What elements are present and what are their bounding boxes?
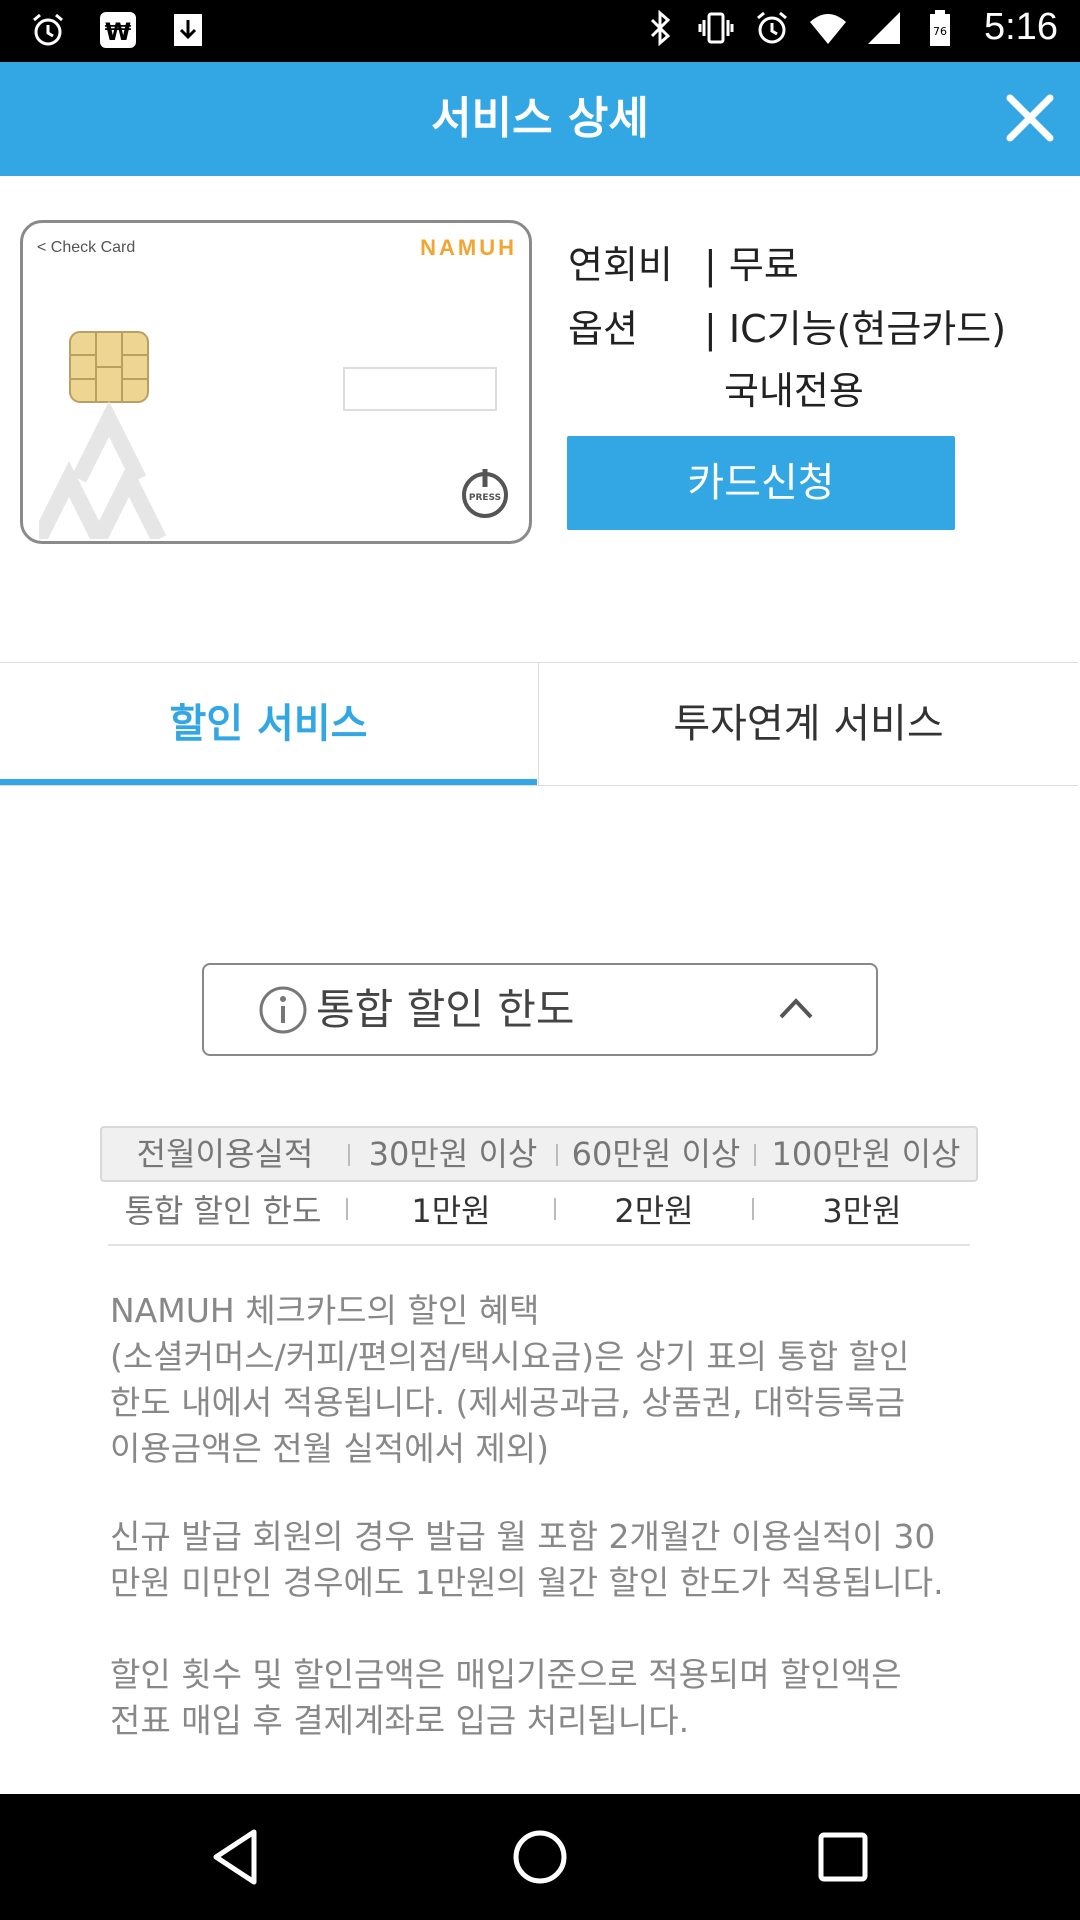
svg-text:₩: ₩ [105,18,132,46]
power-press-icon: PRESS [462,469,508,518]
banking-app-icon: ₩ [100,12,136,48]
signal-icon [868,11,901,44]
discount-limit-toggle[interactable]: 통합 할인 한도 [202,963,878,1056]
close-icon[interactable] [1002,90,1058,146]
alarm-icon [757,11,787,43]
table-header-cell: 30만원 이상 [368,1135,538,1173]
tab-discount-service[interactable]: 할인 서비스 [0,663,537,785]
system-nav-bar [0,1794,1080,1920]
svg-text:76: 76 [933,25,947,38]
table-cell: 2만원 [614,1192,694,1230]
table-row: 통합 할인 한도 1만원 2만원 3만원 [108,1182,970,1246]
card-type-label: < Check Card [37,239,136,256]
ic-chip-icon [69,331,149,403]
battery-icon: 76 [930,9,951,46]
svg-text:PRESS: PRESS [469,493,501,503]
page-title: 서비스 상세 [431,93,649,144]
download-icon [174,14,202,46]
wifi-icon [810,13,847,44]
header-bar: 서비스 상세 [0,62,1080,176]
tab-bar: 할인 서비스 투자연계 서비스 [0,662,1078,786]
status-bar: ₩ 76 5:16 [0,0,1080,62]
notice-paragraph-2: 신규 발급 회원의 경우 발급 월 포함 2개월간 이용실적이 30 만원 미만… [110,1517,944,1602]
info-icon [259,986,307,1034]
table-cell: 1만원 [411,1192,491,1230]
table-header-cell: 100만원 이상 [771,1135,961,1173]
clock: 5:16 [984,6,1058,48]
chevron-up-icon [779,998,813,1019]
option-row: 옵션 | IC기능(현금카드) [568,298,1006,353]
table-header-cell: 60만원 이상 [571,1135,741,1173]
discount-limit-label: 통합 할인 한도 [316,985,575,1034]
apply-card-button[interactable]: 카드신청 [567,436,955,530]
annual-fee-value: | 무료 [704,243,799,287]
table-header-row: 전월이용실적 30만원 이상 60만원 이상 100만원 이상 [100,1126,978,1182]
card-brand-logo: NAMUH [420,235,517,260]
card-signature-box [343,367,497,411]
option-value-2: 국내전용 [724,369,864,413]
option-value: | IC기능(현금카드) [704,307,1007,351]
table-header-cell: 전월이용실적 [136,1135,314,1173]
card-image: < Check Card NAMUH PRESS [20,220,532,544]
alarm-icon [33,13,63,46]
notice-paragraph-3: 할인 횟수 및 할인금액은 매입기준으로 적용되며 할인액은 전표 매입 후 결… [110,1655,902,1740]
bluetooth-icon [650,9,671,46]
home-icon[interactable] [507,1824,573,1890]
back-icon[interactable] [204,1824,270,1890]
tab-investment-service[interactable]: 투자연계 서비스 [538,663,1078,785]
option-label: 옵션 [568,307,638,351]
recent-apps-icon[interactable] [810,1824,876,1890]
vibrate-icon [698,12,734,43]
discount-limit-table: 전월이용실적 30만원 이상 60만원 이상 100만원 이상 통합 할인 한도… [100,1126,978,1246]
annual-fee-label: 연회비 [568,243,673,287]
table-cell: 3만원 [822,1192,902,1230]
card-pattern-graphic [39,401,167,539]
notice-paragraph-1: NAMUH 체크카드의 할인 혜택 (소셜커머스/커피/편의점/택시요금)은 상… [110,1291,910,1468]
table-cell: 통합 할인 한도 [124,1192,322,1230]
annual-fee-row: 연회비 | 무료 [568,234,799,289]
